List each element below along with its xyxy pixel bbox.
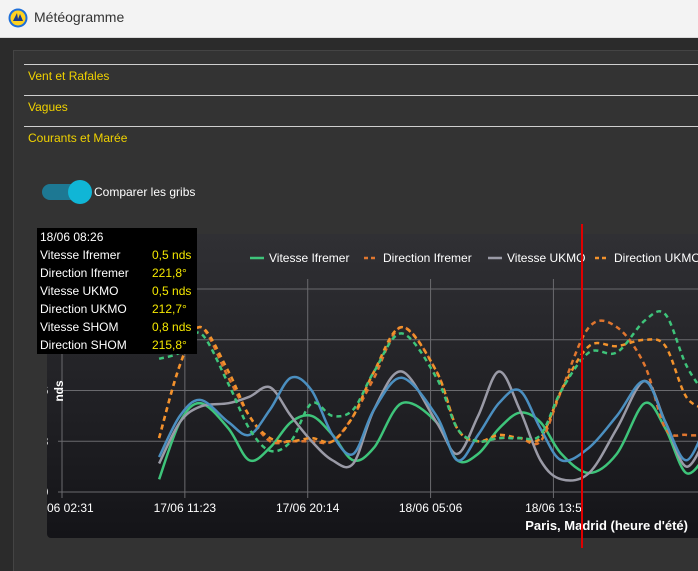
title-bar: Météogramme [0, 0, 698, 38]
app-logo-icon [8, 8, 28, 28]
x-tick-label: 18/06 05:06 [399, 501, 463, 515]
tooltip-value: 221,8° [152, 266, 187, 280]
legend-label: Vitesse Ifremer [269, 251, 349, 265]
legend-label: Direction UKMO [614, 251, 698, 265]
accordion-vent-rafales[interactable]: Vent et Rafales [24, 64, 698, 95]
tooltip-name: Direction Ifremer [40, 266, 129, 280]
accordion-label[interactable]: Vent et Rafales [28, 69, 109, 83]
tooltip-name: Vitesse Ifremer [40, 248, 121, 262]
x-tick-label: 18/06 13:5 [525, 501, 582, 515]
time-cursor-line[interactable] [581, 224, 583, 548]
tooltip-row: Direction SHOM 215,8° [40, 338, 195, 356]
tooltip-timestamp: 18/06 08:26 [40, 230, 104, 244]
x-tick-label: 17/06 11:23 [154, 501, 217, 515]
legend-label: Vitesse UKMO [507, 251, 585, 265]
tooltip-value: 0,8 nds [152, 320, 192, 334]
tooltip-value: 212,7° [152, 302, 187, 316]
tooltip-row: Direction Ifremer 221,8° [40, 266, 195, 284]
accordion-courants-maree[interactable]: Courants et Marée [24, 126, 698, 157]
tooltip-row: Direction UKMO 212,7° [40, 302, 195, 320]
legend-label: Direction Ifremer [383, 251, 472, 265]
tooltip-value: 0,5 nds [152, 284, 192, 298]
accordion-vagues[interactable]: Vagues [24, 95, 698, 126]
toggle-knob [68, 180, 92, 204]
y-axis-label: nds [52, 380, 66, 402]
compare-gribs-toggle[interactable] [42, 180, 92, 204]
tooltip-name: Direction SHOM [40, 338, 127, 352]
window-title: Météogramme [34, 9, 125, 25]
tooltip-value: 215,8° [152, 338, 187, 352]
x-tick-label: 17/06 20:14 [276, 501, 340, 515]
tooltip-row: Vitesse Ifremer 0,5 nds [40, 248, 195, 266]
tooltip-name: Vitesse UKMO [40, 284, 119, 298]
x-axis-label: Paris, Madrid (heure d'été) [525, 518, 688, 533]
chart-tooltip: 18/06 08:26 Vitesse Ifremer 0,5 nds Dire… [37, 228, 197, 354]
x-tick-label: 17/06 02:31 [47, 501, 94, 515]
tooltip-row: Vitesse SHOM 0,8 nds [40, 320, 195, 338]
tooltip-value: 0,5 nds [152, 248, 192, 262]
tooltip-name: Vitesse SHOM [40, 320, 119, 334]
tooltip-row: Vitesse UKMO 0,5 nds [40, 284, 195, 302]
compare-gribs-label: Comparer les gribs [94, 185, 196, 199]
accordion-label[interactable]: Courants et Marée [28, 131, 127, 145]
accordion-label[interactable]: Vagues [28, 100, 68, 114]
tooltip-name: Direction UKMO [40, 302, 127, 316]
